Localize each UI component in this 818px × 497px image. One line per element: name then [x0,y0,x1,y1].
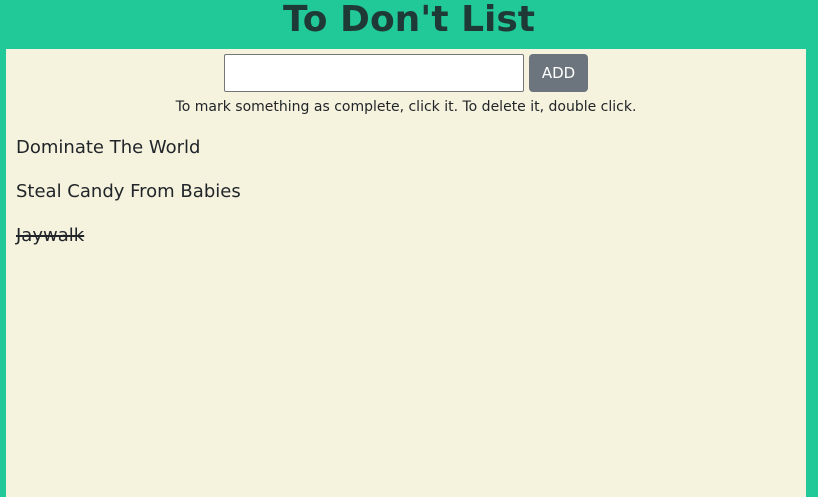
main-panel: ADD To mark something as complete, click… [6,49,806,497]
todo-item[interactable]: Steal Candy From Babies [16,179,241,205]
todo-item[interactable]: Dominate The World [16,135,241,161]
add-todo-form: ADD [224,54,588,92]
todo-list: Dominate The World Steal Candy From Babi… [16,135,241,267]
instructions-text: To mark something as complete, click it.… [175,99,637,115]
app: To Don't List ADD To mark something as c… [0,0,818,497]
todo-input[interactable] [224,54,524,92]
page-title: To Don't List [283,0,535,40]
todo-item[interactable]: Jaywalk [16,223,241,249]
header: To Don't List [0,0,818,49]
add-button[interactable]: ADD [529,54,588,92]
